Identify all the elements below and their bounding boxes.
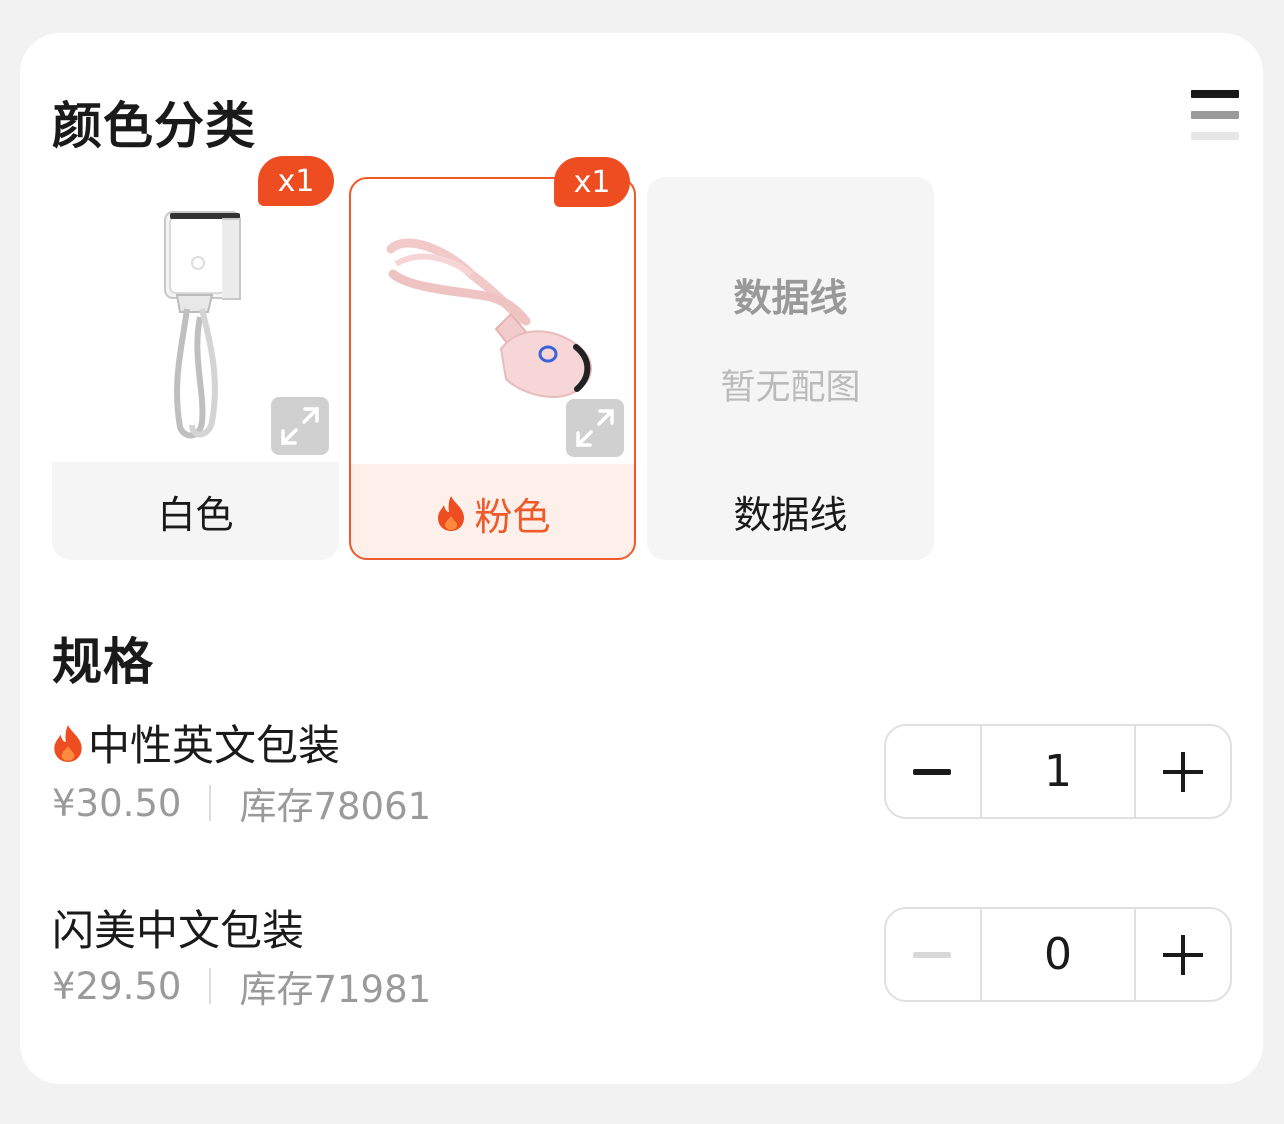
spec-section-title: 规格 [52,633,154,691]
spec-price: ¥29.50 [52,964,182,1008]
decrement-button-disabled[interactable] [886,909,980,1000]
spec-item-name: 中性英文包装 [50,712,340,773]
decrement-button[interactable] [886,726,980,817]
spec-stock: 库存71981 [239,968,432,1011]
color-option-label: 白色 [157,492,234,537]
quantity-stepper: 1 [884,724,1232,819]
expand-icon[interactable] [566,399,624,457]
flame-icon [54,724,82,762]
increment-button[interactable] [1136,726,1230,817]
quantity-value[interactable]: 1 [980,726,1136,817]
spec-item-name: 闪美中文包装 [52,897,304,958]
minus-icon [913,951,951,958]
minus-icon [913,768,951,775]
expand-icon[interactable] [271,397,329,455]
spec-item-name-text: 闪美中文包装 [52,906,305,955]
divider [209,785,212,821]
no-image-text: 暂无配图 [720,368,861,408]
spec-item-meta: ¥30.50 库存78061 [52,776,431,830]
increment-button[interactable] [1136,909,1230,1000]
plus-icon [1163,934,1203,975]
quantity-stepper: 0 [884,907,1232,1002]
spec-price: ¥30.50 [52,781,182,825]
flame-icon [438,496,465,531]
spec-item-name-text: 中性英文包装 [88,721,341,770]
list-view-icon[interactable] [1191,90,1239,140]
color-option-data-cable[interactable]: 数据线 暂无配图 数据线 [647,177,934,560]
quantity-badge: x1 [258,156,334,206]
quantity-badge: x1 [554,157,630,207]
color-option-pink[interactable]: 粉色 x1 [349,157,636,562]
color-option-white[interactable]: 白色 x1 [52,156,339,560]
spec-stock: 库存78061 [239,785,432,828]
no-image-placeholder: 数据线 暂无配图 [647,177,934,462]
product-image-white [52,177,339,462]
divider [209,968,212,1004]
quantity-value[interactable]: 0 [980,909,1136,1000]
spec-item-meta: ¥29.50 库存71981 [52,959,431,1013]
placeholder-title: 数据线 [733,276,848,320]
color-section-title: 颜色分类 [52,97,256,155]
color-option-label: 数据线 [733,492,848,537]
plus-icon [1163,751,1203,792]
color-option-label-text: 粉色 [474,494,551,539]
color-option-label: 粉色 [351,464,634,562]
product-image-pink [351,179,634,464]
